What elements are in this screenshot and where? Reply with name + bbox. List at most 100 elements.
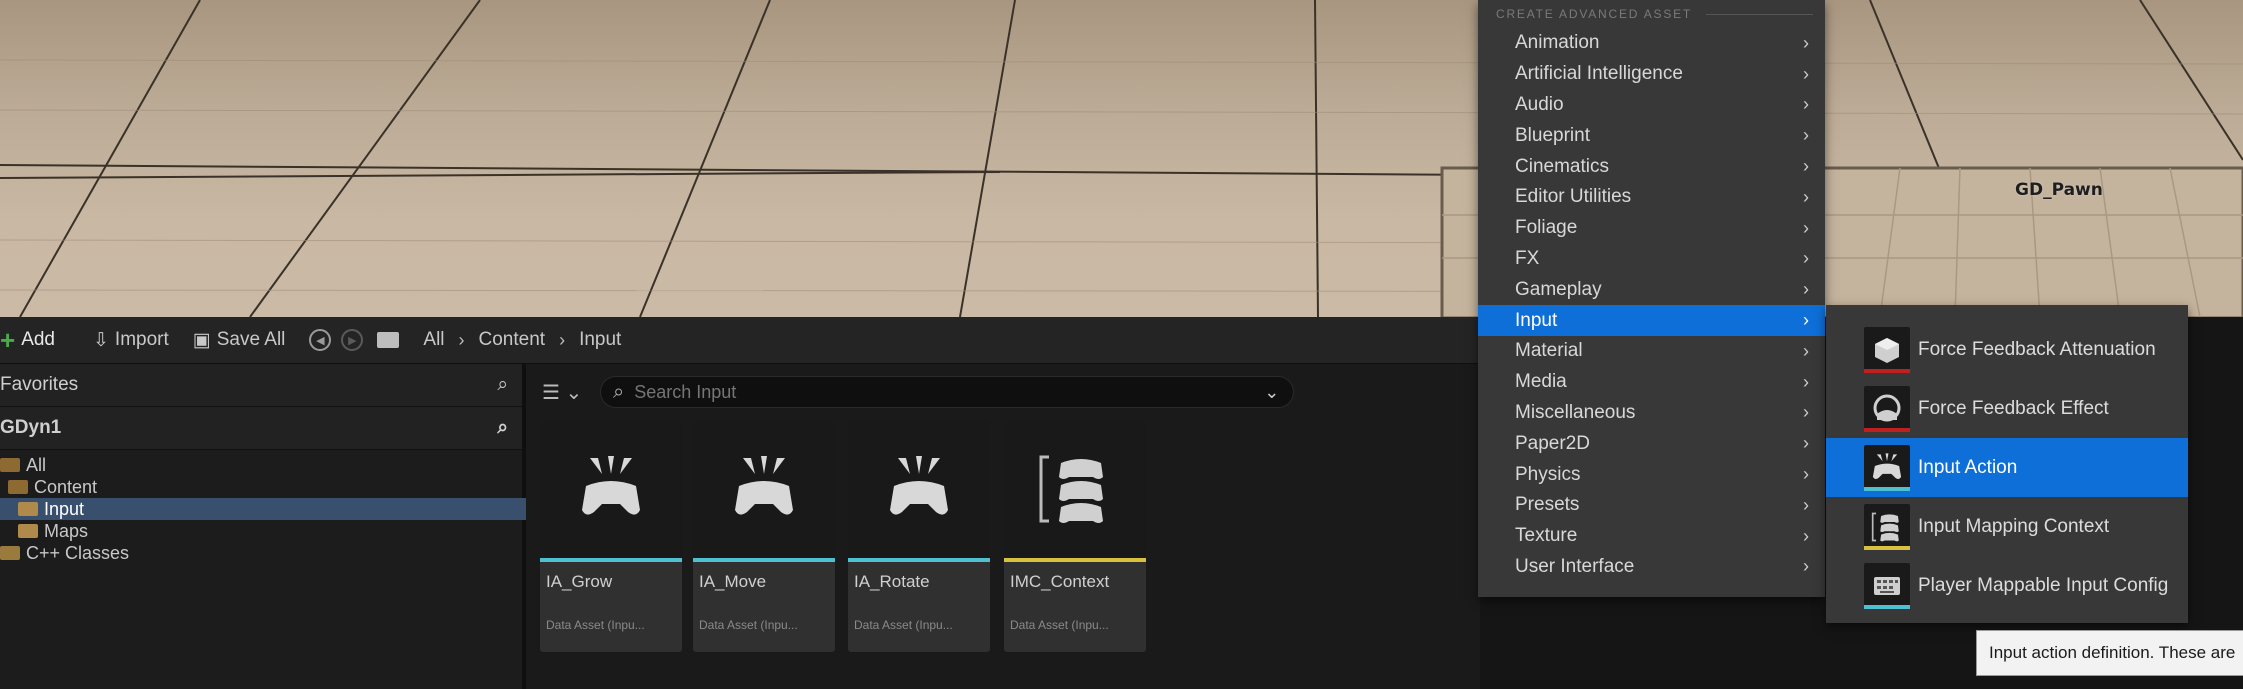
asset-name: IMC_Context <box>1010 572 1110 591</box>
search-icon[interactable]: ⌕ <box>497 417 508 439</box>
content-browser-toolbar: + Add ⇩ Import ▣ Save All ◀ ▶ All › Cont… <box>0 317 1480 364</box>
actor-label: GD_Pawn <box>2015 180 2103 200</box>
breadcrumb-chevron-icon: › <box>559 329 566 350</box>
level-viewport[interactable]: GD_Pawn <box>0 0 2243 317</box>
force-feedback-effect-icon <box>1864 385 1910 432</box>
add-button[interactable]: + Add <box>0 327 55 353</box>
asset-tile[interactable]: IA_Move Data Asset (Inpu... <box>693 420 835 652</box>
menu-item-presets[interactable]: Presets › <box>1478 490 1825 521</box>
submenu-item-force-feedback-effect[interactable]: Force Feedback Effect <box>1826 379 2188 438</box>
tree-item-maps[interactable]: Maps <box>0 520 522 542</box>
gamepad-action-icon <box>693 420 835 558</box>
save-icon: ▣ <box>192 329 211 351</box>
tree-item-label: Input <box>44 498 85 519</box>
force-feedback-attenuation-icon <box>1864 326 1910 373</box>
menu-item-cinematics[interactable]: Cinematics › <box>1478 151 1825 182</box>
folder-tree: All Content Input Maps C++ Classes <box>0 450 534 564</box>
menu-item-gameplay[interactable]: Gameplay › <box>1478 274 1825 305</box>
save-all-button[interactable]: ▣ Save All <box>193 329 286 352</box>
input-submenu: Force Feedback Attenuation Force Feedbac… <box>1826 305 2188 623</box>
chevron-right-icon: › <box>1803 156 1809 177</box>
project-header[interactable]: GDyn1 ⌕ <box>0 407 522 450</box>
submenu-item-force-feedback-attenuation[interactable]: Force Feedback Attenuation <box>1826 320 2188 379</box>
chevron-down-icon[interactable]: ⌄ <box>1264 382 1279 403</box>
search-input[interactable] <box>632 380 1257 404</box>
menu-item-animation[interactable]: Animation › <box>1478 28 1825 59</box>
submenu-item-input-mapping-context[interactable]: Input Mapping Context <box>1826 497 2188 556</box>
forward-icon[interactable]: ▶ <box>341 329 364 351</box>
asset-tile[interactable]: IA_Grow Data Asset (Inpu... <box>540 420 682 652</box>
submenu-item-label: Input Action <box>1918 456 2018 478</box>
menu-item-audio[interactable]: Audio › <box>1478 90 1825 121</box>
menu-item-input[interactable]: Input › <box>1478 305 1825 336</box>
chevron-right-icon: › <box>1803 310 1809 331</box>
asset-type: Data Asset (Inpu... <box>546 618 645 632</box>
menu-item-miscellaneous[interactable]: Miscellaneous › <box>1478 398 1825 429</box>
menu-header-label: CREATE ADVANCED ASSET <box>1496 7 1693 21</box>
asset-type: Data Asset (Inpu... <box>1010 618 1109 632</box>
chevron-right-icon: › <box>1803 63 1809 84</box>
chevron-right-icon: › <box>1803 94 1809 115</box>
asset-tile[interactable]: IA_Rotate Data Asset (Inpu... <box>848 420 990 652</box>
menu-item-physics[interactable]: Physics › <box>1478 459 1825 490</box>
tree-item-label: C++ Classes <box>26 542 130 563</box>
menu-item-blueprint[interactable]: Blueprint › <box>1478 120 1825 151</box>
chevron-right-icon: › <box>1803 340 1809 361</box>
folder-icon <box>0 458 20 472</box>
chevron-right-icon: › <box>1803 32 1809 53</box>
favorites-header[interactable]: Favorites ⌕ <box>0 364 522 407</box>
asset-view: ☰ ⌄ ⌕ ⌄ IA_Grow Data Asset (Inpu... IA_M… <box>526 364 1480 689</box>
tree-item-cpp-classes[interactable]: C++ Classes <box>0 542 522 564</box>
asset-name: IA_Rotate <box>854 572 930 591</box>
chevron-right-icon: › <box>1803 186 1809 207</box>
back-icon[interactable]: ◀ <box>309 329 332 351</box>
menu-item-paper2d[interactable]: Paper2D › <box>1478 428 1825 459</box>
tree-item-input[interactable]: Input <box>0 498 534 520</box>
tree-item-all[interactable]: All <box>0 454 522 476</box>
asset-name: IA_Move <box>699 572 767 591</box>
tree-item-label: Content <box>34 476 98 497</box>
chevron-right-icon: › <box>1803 371 1809 392</box>
submenu-item-label: Force Feedback Effect <box>1918 397 2109 419</box>
filter-icon[interactable]: ☰ ⌄ <box>542 380 582 405</box>
submenu-item-player-mappable-input-config[interactable]: Player Mappable Input Config <box>1826 556 2188 615</box>
menu-item-texture[interactable]: Texture › <box>1478 521 1825 552</box>
tree-item-content[interactable]: Content <box>0 476 522 498</box>
gamepad-action-icon <box>540 420 682 558</box>
breadcrumb-all[interactable]: All <box>423 329 444 351</box>
menu-item-fx[interactable]: FX › <box>1478 244 1825 275</box>
floor-grid <box>0 0 2243 317</box>
plus-icon: + <box>0 325 16 355</box>
import-button-label: Import <box>114 329 169 350</box>
menu-item-editor-utilities[interactable]: Editor Utilities › <box>1478 182 1825 213</box>
breadcrumb-content[interactable]: Content <box>479 329 546 351</box>
submenu-item-label: Input Mapping Context <box>1918 515 2110 537</box>
tooltip-text: Input action definition. These are <box>1989 643 2236 662</box>
folder-icon <box>377 332 400 348</box>
breadcrumb-input[interactable]: Input <box>579 329 621 351</box>
import-button[interactable]: ⇩ Import <box>93 329 169 352</box>
breadcrumb-chevron-icon: › <box>458 329 465 350</box>
tooltip: Input action definition. These are <box>1976 630 2243 676</box>
menu-item-foliage[interactable]: Foliage › <box>1478 213 1825 244</box>
submenu-item-label: Player Mappable Input Config <box>1918 574 2169 596</box>
asset-tile[interactable]: IMC_Context Data Asset (Inpu... <box>1004 420 1146 652</box>
gamepad-action-icon <box>848 420 990 558</box>
chevron-right-icon: › <box>1803 494 1809 515</box>
menu-item-artificial-intelligence[interactable]: Artificial Intelligence › <box>1478 59 1825 90</box>
import-icon: ⇩ <box>93 329 109 351</box>
player-mappable-input-config-icon <box>1864 562 1910 609</box>
submenu-item-input-action[interactable]: Input Action <box>1826 438 2188 497</box>
search-icon[interactable]: ⌕ <box>497 374 508 396</box>
menu-section-header: CREATE ADVANCED ASSET <box>1478 0 1825 28</box>
menu-item-material[interactable]: Material › <box>1478 336 1825 367</box>
create-advanced-asset-menu: CREATE ADVANCED ASSET Animation › Artific… <box>1478 0 1825 597</box>
menu-item-user-interface[interactable]: User Interface › <box>1478 552 1825 583</box>
search-box[interactable]: ⌕ ⌄ <box>600 376 1294 408</box>
save-all-label: Save All <box>216 329 286 350</box>
tree-item-label: Maps <box>44 520 89 541</box>
asset-name: IA_Grow <box>546 572 613 591</box>
menu-item-media[interactable]: Media › <box>1478 367 1825 398</box>
folder-icon <box>0 546 20 560</box>
input-mapping-context-icon <box>1864 503 1910 550</box>
